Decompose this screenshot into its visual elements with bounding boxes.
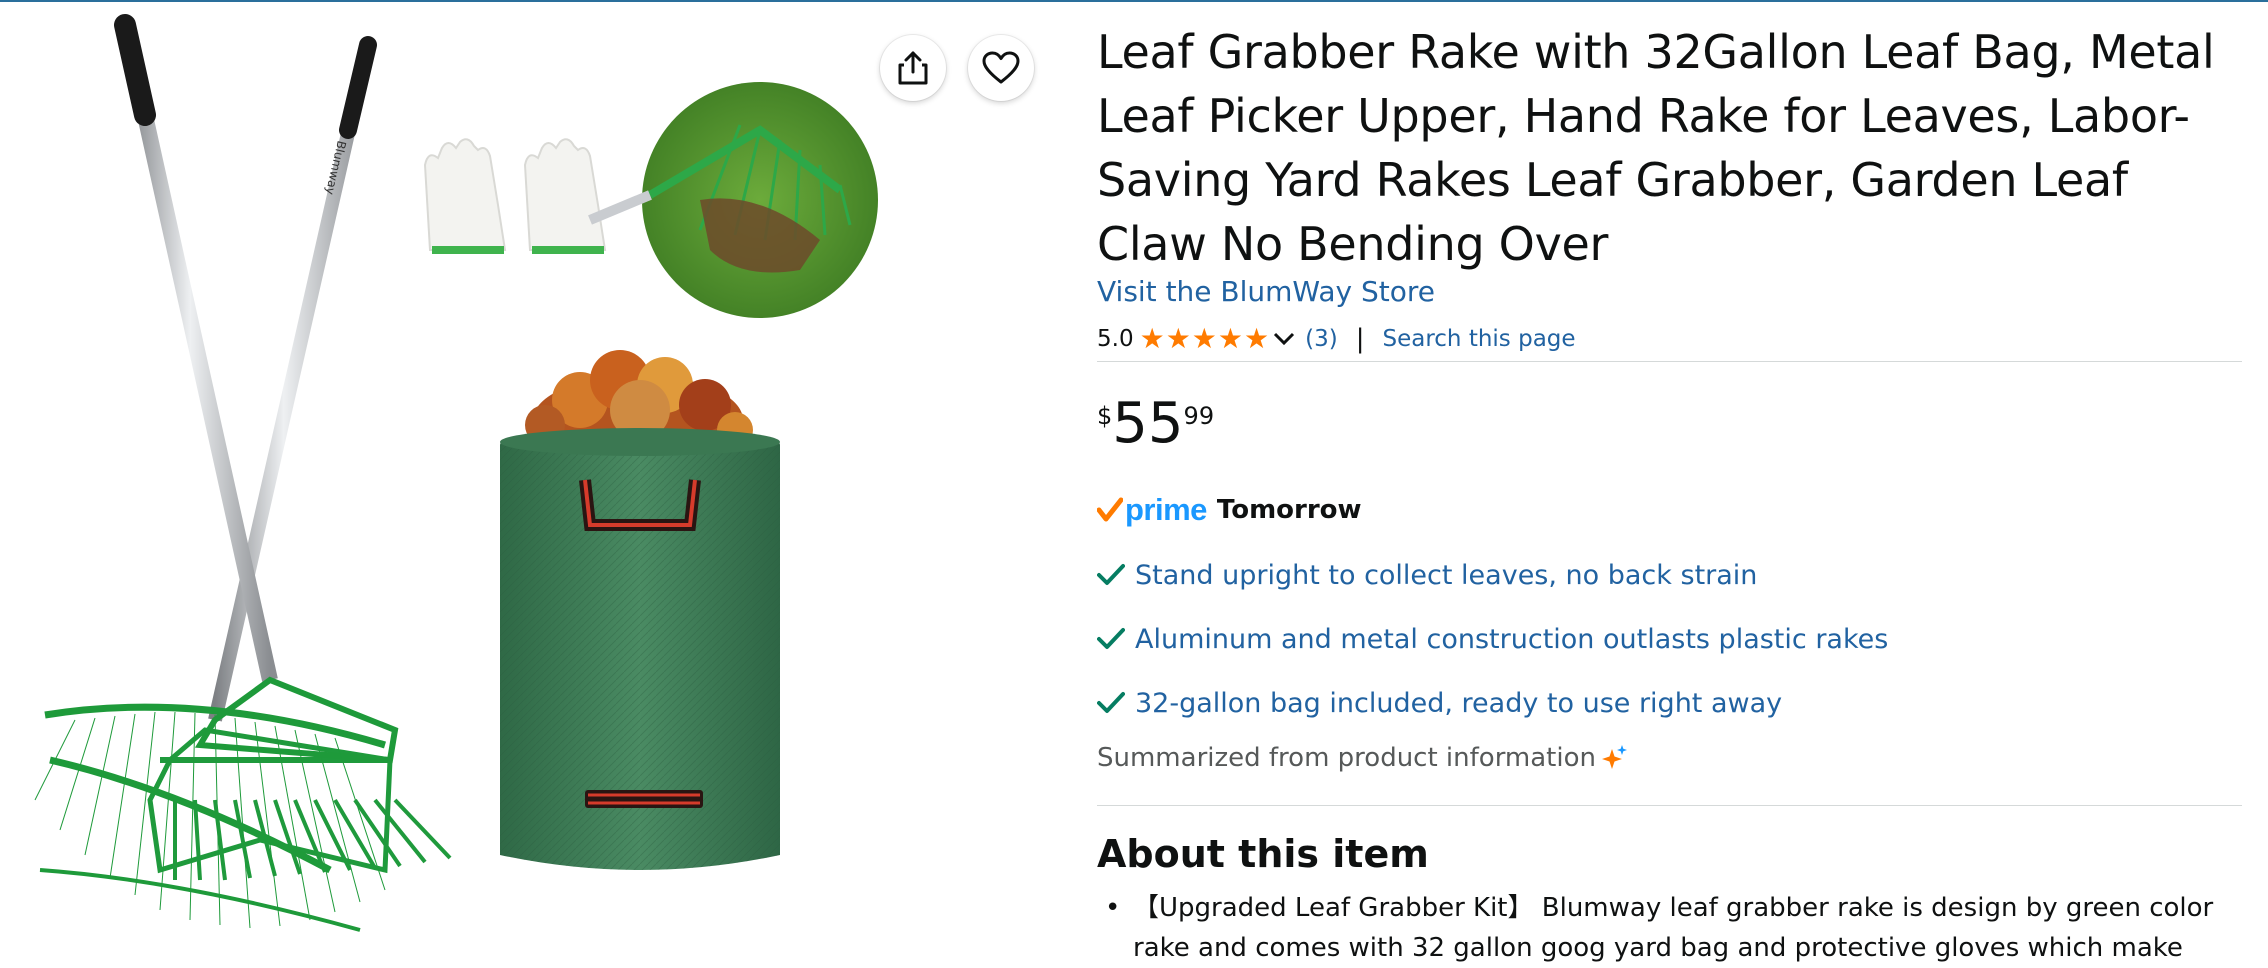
summary-note: Summarized from product information [1097,743,1628,773]
star-rating[interactable]: ★ ★ ★ ★ ★ [1140,325,1270,353]
star-icon: ★ [1217,322,1244,355]
grass-closeup-image [588,82,878,318]
highlight-item: Aluminum and metal construction outlasts… [1097,619,1888,659]
divider [1097,361,2242,362]
star-icon: ★ [1244,322,1270,355]
highlight-item: Stand upright to collect leaves, no back… [1097,555,1757,595]
rating-value: 5.0 [1097,326,1134,352]
checkmark-icon [1097,564,1125,585]
star-icon: ★ [1191,322,1217,355]
highlight-text[interactable]: 32-gallon bag included, ready to use rig… [1135,688,1782,719]
prime-delivery[interactable]: prime Tomorrow [1097,490,1362,530]
price-symbol: $ [1097,402,1113,430]
share-icon [898,51,928,85]
highlight-text[interactable]: Stand upright to collect leaves, no back… [1135,560,1757,591]
product-title: Leaf Grabber Rake with 32Gallon Leaf Bag… [1097,25,2215,271]
sparkle-icon [1602,745,1627,769]
highlight-item: 32-gallon bag included, ready to use rig… [1097,683,1782,723]
divider [1097,805,2242,806]
star-icon: ★ [1165,322,1191,355]
product-image-gallery[interactable]: Blumway [0,0,1070,960]
search-this-page-link[interactable]: Search this page [1382,326,1575,352]
about-item: 【Upgraded Leaf Grabber Kit】 Blumway leaf… [1097,888,2237,968]
checkmark-icon [1097,628,1125,649]
highlight-text[interactable]: Aluminum and metal construction outlasts… [1135,624,1888,655]
delivery-day: Tomorrow [1216,495,1362,525]
star-icon: ★ [1139,322,1165,355]
prime-check-icon [1097,497,1123,522]
ratings-count-link[interactable]: (3) [1305,326,1338,352]
store-link[interactable]: Visit the BlumWay Store [1097,275,1435,308]
about-heading: About this item [1097,832,1429,876]
price-fraction: 99 [1183,402,1215,430]
summary-text: Summarized from product information [1097,743,1596,773]
leaf-bag-image [500,350,780,870]
separator: | [1355,324,1365,354]
gloves-image [423,138,607,254]
heart-icon [982,51,1020,84]
product-main-image[interactable]: Blumway [0,0,1070,960]
rating-row: 5.0 ★ ★ ★ ★ ★ (3) | Search this page [1097,322,1576,356]
price: $ 55 99 [1097,392,1214,456]
share-button[interactable] [880,35,946,101]
price-whole: 55 [1112,391,1184,456]
about-list: 【Upgraded Leaf Grabber Kit】 Blumway leaf… [1097,888,2237,968]
add-to-list-button[interactable] [968,35,1034,101]
checkmark-icon [1097,692,1125,713]
prime-logo: prime [1125,492,1207,527]
chevron-down-icon[interactable] [1273,332,1295,346]
